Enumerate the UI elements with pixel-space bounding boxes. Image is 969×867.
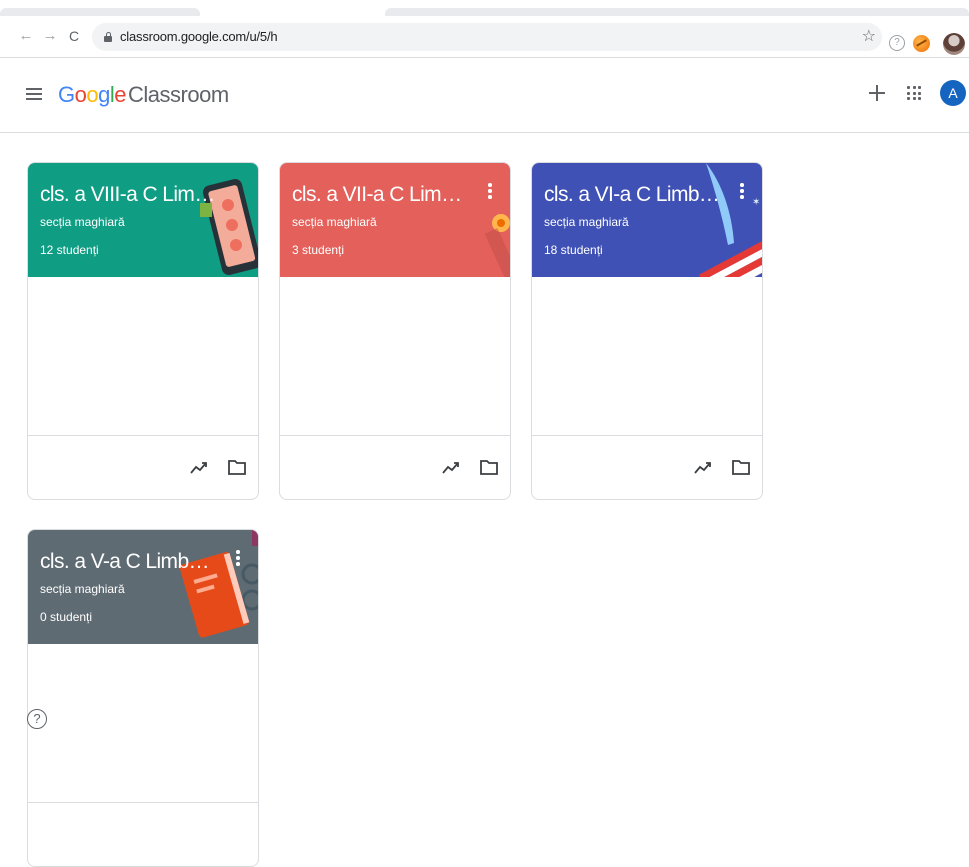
class-section: secția maghiară [544,215,629,229]
class-card-body [532,277,762,436]
class-card-banner[interactable]: cls. a VII-a C Limba și literatura român… [280,163,510,277]
class-drive-folder-icon[interactable] [480,459,498,475]
class-title-link[interactable]: cls. a VI-a C Limba și literatura română [544,183,722,207]
class-title-link[interactable]: cls. a V-a C Limba și literatura română [40,550,218,574]
class-card-banner[interactable]: cls. a V-a C Limba și literatura română … [28,530,258,644]
class-card-footer [280,437,510,499]
gradebook-trending-icon[interactable] [188,457,210,479]
app-header: GoogleClassroom A [0,58,969,133]
class-card: cls. a V-a C Limba și literatura română … [27,529,259,867]
url-text[interactable]: classroom.google.com/u/5/h [120,29,278,44]
browser-tab[interactable] [0,8,200,16]
class-card-banner[interactable]: ✶ cls. a VI-a C Limba și literatura româ… [532,163,762,277]
account-avatar[interactable]: A [940,80,966,106]
student-count: 3 studenți [292,243,345,257]
class-title-link[interactable]: cls. a VIII-a C Limba și literatura româ… [40,183,218,207]
class-section: secția maghiară [40,582,125,596]
decor-illustration [484,214,510,277]
gradebook-trending-icon[interactable] [692,457,714,479]
class-card: ✶ cls. a VI-a C Limba și literatura româ… [531,162,763,500]
extension-help-icon[interactable]: ? [889,35,905,51]
create-or-join-class-plus-icon[interactable] [866,82,888,104]
class-drive-folder-icon[interactable] [732,459,750,475]
class-card-body [280,277,510,436]
card-more-options-icon[interactable] [232,550,244,570]
svg-text:✶: ✶ [752,197,760,208]
class-card-body [28,277,258,436]
class-card: cls. a VII-a C Limba și literatura român… [279,162,511,500]
main-menu-icon[interactable] [26,88,42,100]
card-more-options-icon[interactable] [736,183,748,203]
browser-tab[interactable] [385,8,969,16]
book-illustration [179,530,258,638]
class-card-footer [532,437,762,499]
google-classroom-logo[interactable]: GoogleClassroom [58,82,229,108]
address-bar[interactable]: classroom.google.com/u/5/h ☆ [92,23,882,51]
card-more-options-icon[interactable] [484,183,496,203]
class-title-link[interactable]: cls. a VII-a C Limba și literatura român… [292,183,470,207]
class-card-body [28,644,258,803]
reload-icon[interactable]: C [64,26,84,46]
class-section: secția maghiară [40,215,125,229]
extension-ball-icon[interactable] [913,35,930,52]
class-drive-folder-icon[interactable] [228,459,246,475]
back-icon[interactable]: ← [16,26,36,46]
student-count: 12 studenți [40,243,99,257]
student-count: 0 studenți [40,610,93,624]
student-count: 18 studenți [544,243,603,257]
gradebook-trending-icon[interactable] [440,457,462,479]
class-card-banner[interactable]: cls. a VIII-a C Limba și literatura româ… [28,163,258,277]
class-card: cls. a VIII-a C Limba și literatura româ… [27,162,259,500]
help-icon[interactable]: ? [27,709,47,729]
class-section: secția maghiară [292,215,377,229]
lock-icon[interactable] [104,32,112,42]
quill-flag-illustration: ✶ [698,163,762,277]
class-card-footer [28,437,258,499]
bookmark-star-icon[interactable]: ☆ [862,26,876,46]
tab-strip [0,0,969,16]
forward-icon[interactable]: → [40,26,60,46]
browser-profile-avatar[interactable] [943,33,965,55]
product-name: Classroom [128,82,229,107]
google-apps-grid-icon[interactable] [907,86,921,100]
browser-toolbar: ← → C classroom.google.com/u/5/h ☆ ? [0,16,969,58]
